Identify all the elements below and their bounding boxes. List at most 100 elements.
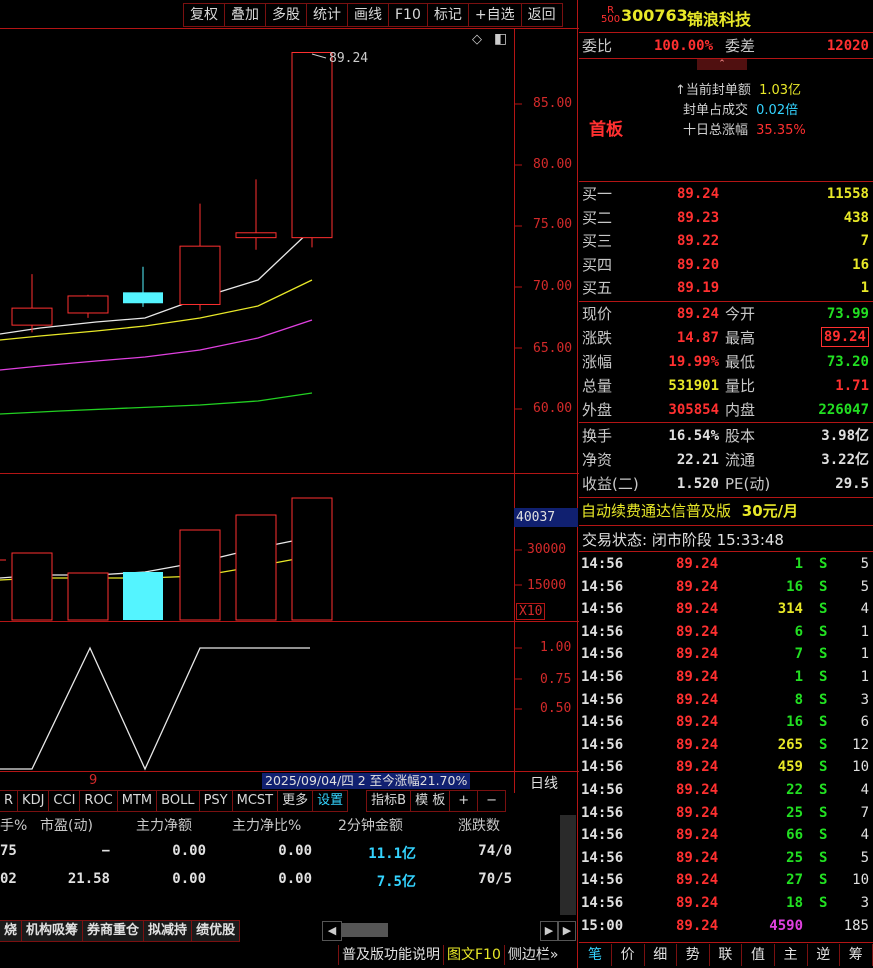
fundamental-value: 16.54% xyxy=(668,428,719,444)
bid-row[interactable]: 买二 89.23 438 xyxy=(579,207,873,229)
right-tab-2[interactable]: 细 xyxy=(644,944,678,966)
table-header: 手% 市盈(动) 主力净额 主力净比% 2分钟金额 涨跌数 xyxy=(0,815,560,839)
right-tab-3[interactable]: 势 xyxy=(677,944,710,966)
table-cell: 0.00 xyxy=(172,871,206,887)
tab-roc[interactable]: ROC xyxy=(80,790,118,812)
scroll-right-icon[interactable]: ▶ xyxy=(540,921,558,941)
price-axis-label: 75.00 xyxy=(533,217,573,232)
tab-boll[interactable]: BOLL xyxy=(157,790,200,812)
quote-label: 现价 xyxy=(582,305,613,323)
tick-price: 89.24 xyxy=(676,736,719,753)
quote-label: 今开 xyxy=(725,305,756,323)
indicator-axis-label: 0.75 xyxy=(540,672,572,687)
divider xyxy=(579,551,873,552)
tab-psy[interactable]: PSY xyxy=(199,790,233,812)
bid-label: 买二 xyxy=(582,208,613,227)
tab-more[interactable]: 更多 xyxy=(278,790,314,812)
tick-volume: 8 xyxy=(794,691,803,708)
indicator-axis-label: 1.00 xyxy=(540,640,572,655)
right-tab-7[interactable]: 逆 xyxy=(807,944,841,966)
table-cell: 7.5亿 xyxy=(376,874,416,890)
tick-row: 14:56 89.24 25 S 7 xyxy=(579,802,873,824)
quote-value: 531901 xyxy=(668,378,719,394)
price-axis-label: 70.00 xyxy=(533,279,573,294)
sector-tab[interactable]: 烧 xyxy=(0,920,23,942)
tab-cci[interactable]: CCI xyxy=(49,790,81,812)
bid-label: 买五 xyxy=(582,279,613,297)
tick-time: 14:56 xyxy=(581,872,624,889)
tab-mcst[interactable]: MCST xyxy=(232,790,279,812)
tick-time: 14:56 xyxy=(581,601,624,618)
ad-banner[interactable]: 自动续费通达信普及版 30元/月 xyxy=(581,500,798,521)
zoom-in-button[interactable]: + xyxy=(450,790,479,812)
sidebar-toggle-link[interactable]: 侧边栏» xyxy=(503,945,562,965)
bid-price: 89.22 xyxy=(677,233,720,249)
tick-row: 14:56 89.24 6 S 1 xyxy=(579,621,873,643)
quote-label: 最低 xyxy=(725,353,756,371)
bid-row[interactable]: 买一 89.24 11558 xyxy=(579,183,873,205)
table-scrollbar[interactable] xyxy=(560,815,576,915)
date-bar-left: 9 xyxy=(89,773,98,788)
graphic-f10-link[interactable]: 图文F10 xyxy=(443,945,504,965)
tick-time: 14:56 xyxy=(581,669,624,685)
kline-chart[interactable] xyxy=(0,0,579,790)
right-tab-1[interactable]: 价 xyxy=(612,944,645,966)
right-tab-5[interactable]: 值 xyxy=(742,944,775,966)
sector-tab[interactable]: 机构吸筹 xyxy=(22,920,84,942)
tick-price: 89.24 xyxy=(676,872,719,889)
tab-settings[interactable]: 设置 xyxy=(313,790,349,812)
bid-row[interactable]: 买四 89.20 16 xyxy=(579,254,873,276)
right-tab-4[interactable]: 联 xyxy=(709,944,743,966)
tick-count: 4 xyxy=(860,601,869,618)
tick-count: 5 xyxy=(860,556,869,572)
tab-indicator-b[interactable]: 指标B xyxy=(366,790,412,812)
right-tab-8[interactable]: 筹 xyxy=(840,944,873,966)
tick-volume: 1 xyxy=(794,669,803,685)
seal-amount: 1.03亿 xyxy=(759,83,802,98)
zoom-out-button[interactable]: − xyxy=(478,790,507,812)
tick-time: 14:56 xyxy=(581,691,624,708)
right-tab-0[interactable]: 笔 xyxy=(579,944,612,966)
limit-line-2: 封单占成交 0.02倍 xyxy=(683,103,799,118)
limit-line-3: 十日总涨幅 35.35% xyxy=(683,123,806,138)
quote-value: 14.87 xyxy=(676,330,719,346)
quote-value: 89.24 xyxy=(676,306,719,322)
high-price-label: 89.24 xyxy=(329,51,369,66)
tick-time: 14:56 xyxy=(581,714,624,731)
tick-direction: S xyxy=(819,759,828,776)
ma-green-line xyxy=(0,392,313,415)
sector-tab[interactable]: 绩优股 xyxy=(192,920,241,942)
right-tab-6[interactable]: 主 xyxy=(775,944,808,966)
tick-count: 5 xyxy=(860,849,869,866)
tick-time: 14:56 xyxy=(581,827,624,844)
fundamental-row: 净资 22.21 流通 3.22亿 xyxy=(579,449,873,471)
scroll-left-icon[interactable]: ◀ xyxy=(322,921,342,941)
scroll-end-icon[interactable]: ▶ xyxy=(558,921,576,941)
candle-body xyxy=(11,307,53,326)
sector-tab[interactable]: 拟减持 xyxy=(144,920,193,942)
bid-row[interactable]: 买五 89.19 1 xyxy=(579,277,873,299)
horizontal-scroll-thumb[interactable] xyxy=(342,923,388,937)
period-daily-button[interactable]: 日线 xyxy=(530,773,558,793)
tab-r[interactable]: R xyxy=(0,790,19,812)
table-row[interactable]: 02 21.58 0.00 0.00 7.5亿 70/5 xyxy=(0,871,560,895)
quote-label: 量比 xyxy=(725,377,756,395)
quote-value: 89.24 xyxy=(820,327,869,347)
collapse-chevron-icon[interactable]: ⌃ xyxy=(697,59,747,70)
tick-direction: S xyxy=(819,804,828,821)
tick-direction: S xyxy=(819,601,828,618)
price-axis-label: 85.00 xyxy=(533,96,573,111)
tick-time: 14:56 xyxy=(581,578,624,595)
feature-guide-link[interactable]: 普及版功能说明 xyxy=(338,945,443,965)
quote-label: 总量 xyxy=(582,377,613,395)
candle-body xyxy=(179,245,221,305)
tick-price: 89.24 xyxy=(676,895,719,911)
bid-row[interactable]: 买三 89.22 7 xyxy=(579,230,873,252)
table-row[interactable]: 75 − 0.00 0.00 11.1亿 74/0 xyxy=(0,843,560,867)
sector-tab[interactable]: 券商重仓 xyxy=(83,920,145,942)
tab-template[interactable]: 模 板 xyxy=(411,790,451,812)
tick-row: 14:56 89.24 25 S 5 xyxy=(579,847,873,869)
tab-kdj[interactable]: KDJ xyxy=(18,790,50,812)
tab-mtm[interactable]: MTM xyxy=(117,790,158,812)
bid-volume: 1 xyxy=(860,280,869,296)
